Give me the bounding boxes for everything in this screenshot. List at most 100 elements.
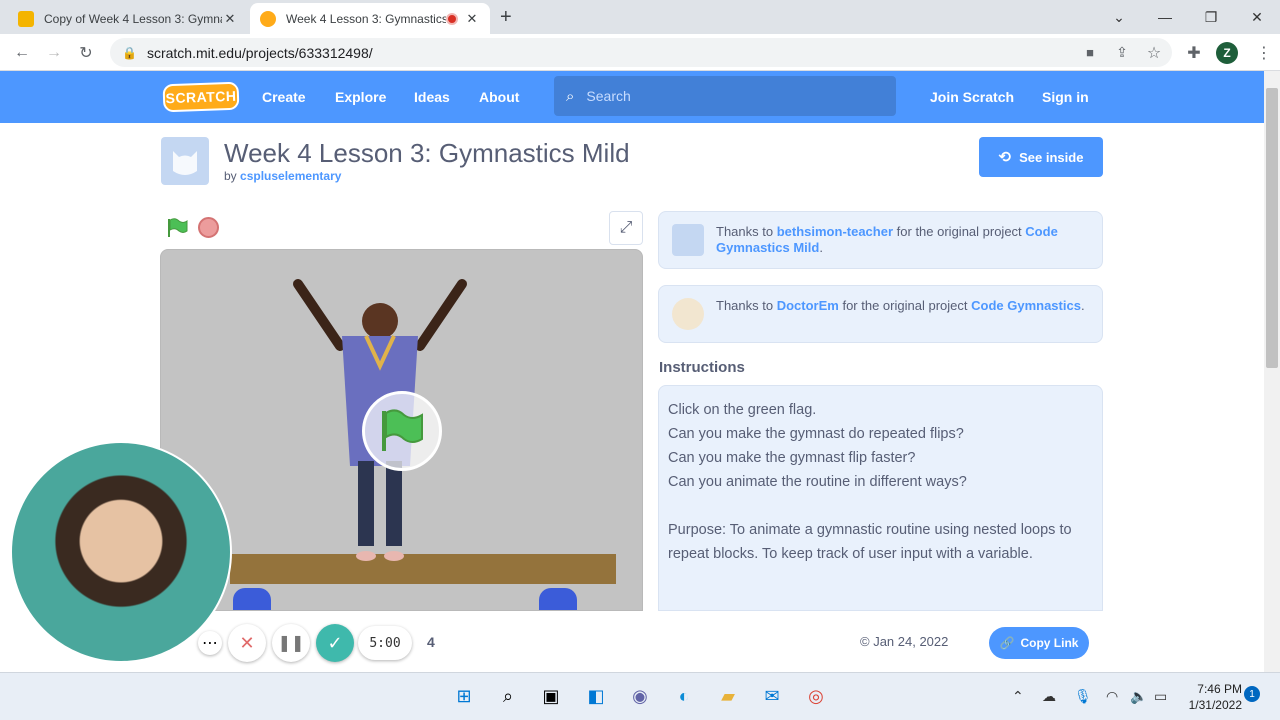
- beam-leg: [539, 588, 577, 610]
- see-inside-button[interactable]: ⟲ See inside: [979, 137, 1103, 177]
- instruction-line: Can you make the gymnast flip faster?: [668, 450, 916, 466]
- recording-count: 4: [427, 634, 435, 650]
- tab-week4-gymnastics[interactable]: Week 4 Lesson 3: Gymnastics ✕: [250, 3, 490, 34]
- task-view-icon[interactable]: ▣: [535, 680, 567, 712]
- lock-icon: 🔒: [122, 45, 137, 60]
- nav-create[interactable]: Create: [262, 71, 306, 123]
- widgets-icon[interactable]: ◧: [580, 680, 612, 712]
- taskbar-clock[interactable]: 7:46 PM 1/31/2022: [1182, 681, 1242, 713]
- credit-user-link[interactable]: DoctorEm: [777, 298, 839, 313]
- tab-title: Week 4 Lesson 3: Gymnastics: [286, 11, 446, 26]
- instruction-line: Purpose: To animate a gymnastic routine …: [668, 522, 1072, 562]
- sign-in-link[interactable]: Sign in: [1042, 71, 1089, 123]
- wifi-icon[interactable]: ◠: [1106, 688, 1118, 705]
- address-bar[interactable]: 🔒 scratch.mit.edu/projects/633312498/: [110, 38, 1172, 67]
- green-flag-play-overlay-icon[interactable]: [362, 391, 442, 471]
- start-icon[interactable]: ⊞: [448, 680, 480, 712]
- tab-copy-week4[interactable]: Copy of Week 4 Lesson 3: Gymnastics ✕: [8, 3, 248, 34]
- url-text: scratch.mit.edu/projects/633312498/: [146, 44, 373, 61]
- credit-prefix: Thanks to: [716, 298, 774, 313]
- battery-icon[interactable]: ▭: [1154, 688, 1167, 705]
- close-icon[interactable]: ✕: [222, 11, 238, 27]
- recording-timer: 5:00: [358, 626, 412, 660]
- clock-date: 1/31/2022: [1188, 698, 1242, 712]
- by-label: by: [224, 169, 237, 183]
- instruction-line: Can you make the gymnast do repeated fli…: [668, 426, 964, 442]
- credit-prefix: Thanks to: [716, 224, 774, 239]
- notification-badge[interactable]: 1: [1244, 686, 1260, 702]
- instructions-heading: Instructions: [659, 359, 745, 376]
- project-author-avatar[interactable]: [161, 137, 209, 185]
- volume-icon[interactable]: 🔈: [1130, 688, 1147, 705]
- search-placeholder: Search: [586, 88, 631, 104]
- extensions-icon[interactable]: ✚: [1178, 34, 1210, 71]
- credit-middle: for the original project: [842, 298, 968, 313]
- credit-suffix: .: [1080, 298, 1085, 313]
- close-icon[interactable]: ✕: [464, 11, 480, 27]
- nav-about[interactable]: About: [479, 71, 519, 123]
- chrome-icon[interactable]: ◎: [800, 680, 832, 712]
- search-icon: ⌕: [566, 87, 575, 105]
- recording-icon: [446, 12, 458, 25]
- profile-avatar[interactable]: Z: [1216, 42, 1238, 64]
- mail-icon[interactable]: ✉: [756, 680, 788, 712]
- search-icon[interactable]: ⌕: [492, 680, 524, 712]
- cloud-icon[interactable]: ☁: [1042, 688, 1056, 705]
- file-explorer-icon[interactable]: ▰: [712, 680, 744, 712]
- tab-search-icon[interactable]: ⌄: [1096, 0, 1142, 34]
- chat-icon[interactable]: ◉: [624, 680, 656, 712]
- credit-suffix: .: [819, 240, 823, 255]
- pause-recording-icon[interactable]: ❚❚: [272, 624, 310, 662]
- window-close-icon[interactable]: ✕: [1234, 0, 1280, 34]
- copy-link-button[interactable]: 🔗 Copy Link: [989, 627, 1089, 659]
- nav-explore[interactable]: Explore: [335, 71, 386, 123]
- see-inside-label: See inside: [1019, 149, 1084, 165]
- scrollbar-thumb[interactable]: [1266, 88, 1278, 368]
- credit-middle: for the original project: [896, 224, 1022, 239]
- menu-icon[interactable]: ⋮: [1248, 34, 1280, 71]
- credit-project-link[interactable]: Code Gymnastics: [971, 298, 1081, 313]
- restore-icon[interactable]: ❐: [1188, 0, 1234, 34]
- instructions-text: Click on the green flag. Can you make th…: [658, 385, 1103, 611]
- camera-icon[interactable]: ■: [1074, 34, 1106, 71]
- credit-card: Thanks to bethsimon-teacher for the orig…: [658, 211, 1103, 269]
- author-link[interactable]: csplusel​ementary: [240, 169, 341, 183]
- finish-recording-icon[interactable]: ✓: [316, 624, 354, 662]
- webcam-overlay[interactable]: [10, 441, 232, 663]
- beam-leg: [233, 588, 271, 610]
- reload-icon[interactable]: ↻: [70, 34, 102, 71]
- instruction-line: Can you animate the routine in different…: [668, 474, 967, 490]
- copy-link-label: Copy Link: [1020, 636, 1079, 650]
- chevron-up-icon[interactable]: ⌃: [1012, 688, 1024, 705]
- link-icon: 🔗: [999, 636, 1015, 650]
- discard-recording-icon[interactable]: ✕: [228, 624, 266, 662]
- more-options-icon[interactable]: ⋯: [198, 631, 222, 655]
- remix-icon: ⟲: [998, 149, 1012, 166]
- new-tab-icon[interactable]: +: [500, 6, 520, 28]
- clock-time: 7:46 PM: [1197, 682, 1242, 696]
- project-date: © Jan 24, 2022: [860, 634, 949, 649]
- credit-user-link[interactable]: bethsimon-teacher: [777, 224, 893, 239]
- tab-title: Copy of Week 4 Lesson 3: Gymnastics: [44, 11, 222, 26]
- slides-icon: [18, 10, 34, 27]
- stop-icon[interactable]: [198, 217, 219, 238]
- forward-icon[interactable]: →: [38, 34, 70, 71]
- green-flag-icon[interactable]: [166, 217, 188, 239]
- star-icon[interactable]: ☆: [1138, 34, 1170, 71]
- share-icon[interactable]: ⇪: [1106, 34, 1138, 71]
- join-scratch-link[interactable]: Join Scratch: [930, 71, 1014, 123]
- credit-avatar[interactable]: [672, 224, 704, 256]
- minimize-icon[interactable]: —: [1142, 0, 1188, 34]
- scratch-favicon-icon: [260, 10, 276, 27]
- project-title: Week 4 Lesson 3: Gymnastics Mild: [224, 138, 630, 168]
- microphone-icon[interactable]: 🎙: [1074, 688, 1092, 705]
- scratch-logo[interactable]: SCRATCH: [162, 81, 240, 113]
- fullscreen-icon[interactable]: ⤢: [609, 211, 643, 245]
- search-input[interactable]: ⌕ Search: [554, 76, 896, 116]
- edge-icon[interactable]: ◐: [668, 680, 700, 712]
- nav-ideas[interactable]: Ideas: [414, 71, 450, 123]
- credit-avatar[interactable]: [672, 298, 704, 330]
- back-icon[interactable]: ←: [6, 34, 38, 71]
- credit-text: Thanks to bethsimon-teacher for the orig…: [716, 224, 1092, 256]
- instruction-line: Click on the green flag.: [668, 402, 817, 418]
